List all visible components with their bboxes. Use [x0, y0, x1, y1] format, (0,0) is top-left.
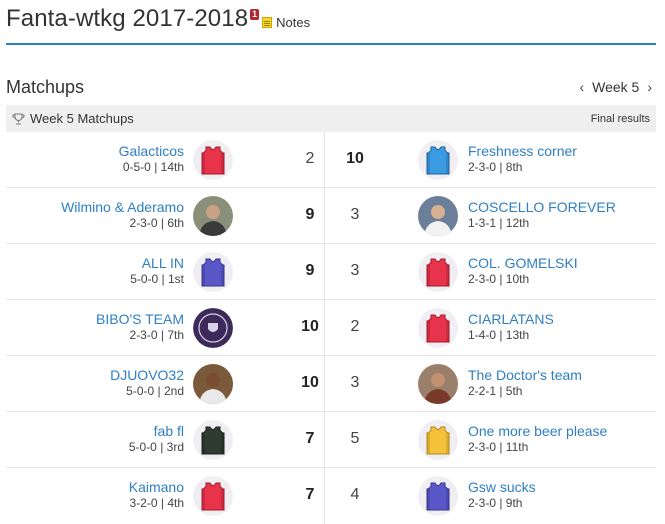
away-team: CIARLATANS 1-4-0 | 13th [468, 310, 554, 343]
notes-link[interactable]: Notes [262, 15, 310, 30]
away-team-name[interactable]: Freshness corner [468, 142, 577, 160]
home-score: 2 [305, 150, 315, 167]
trophy-icon [12, 113, 25, 124]
home-team-record: 0-5-0 | 14th [122, 160, 184, 174]
away-team-avatar[interactable] [418, 252, 458, 292]
matchup-row[interactable]: DJUOVO32 5-0-0 | 2nd 10 3 The Doctor's team 2… [6, 356, 656, 412]
home-team-avatar[interactable] [193, 196, 233, 236]
away-team-avatar[interactable] [418, 476, 458, 516]
matchup-row[interactable]: fab fl 5-0-0 | 3rd 7 5 One more beer please 2… [6, 412, 656, 468]
home-team-name[interactable]: Wilmino & Aderamo [61, 198, 184, 216]
away-team-name[interactable]: COL. GOMELSKI [468, 254, 578, 272]
notes-icon [262, 17, 273, 28]
header-divider [6, 43, 656, 45]
home-team-record: 5-0-0 | 3rd [128, 440, 184, 454]
matchup-row[interactable]: Galacticos 0-5-0 | 14th 2 10 Freshness corne… [6, 132, 656, 188]
home-score: 9 [305, 262, 315, 279]
away-score: 4 [350, 486, 360, 503]
notes-label: Notes [276, 15, 311, 30]
home-score: 7 [305, 486, 315, 503]
away-team-avatar[interactable] [418, 364, 458, 404]
away-team-name[interactable]: CIARLATANS [468, 310, 554, 328]
home-team: ALL IN 5-0-0 | 1st [130, 254, 184, 287]
week-label[interactable]: Week 5 [588, 79, 643, 95]
away-team: Freshness corner 2-3-0 | 8th [468, 142, 577, 175]
home-team-name[interactable]: ALL IN [130, 254, 184, 272]
home-team-record: 5-0-0 | 1st [130, 272, 184, 286]
away-score: 3 [350, 262, 360, 279]
home-team-record: 3-2-0 | 4th [129, 496, 184, 510]
away-team: The Doctor's team 2-2-1 | 5th [468, 366, 582, 399]
home-team-name[interactable]: fab fl [129, 422, 184, 440]
home-score: 10 [301, 374, 319, 391]
away-team-record: 2-3-0 | 8th [468, 160, 523, 174]
subheader-label: Week 5 Matchups [30, 111, 134, 126]
home-team-name[interactable]: Galacticos [119, 142, 184, 160]
away-team-name[interactable]: The Doctor's team [468, 366, 582, 384]
home-team-name[interactable]: Kaimano [129, 478, 184, 496]
chevron-right-icon[interactable]: › [643, 79, 656, 95]
home-team: Wilmino & Aderamo 2-3-0 | 6th [61, 198, 184, 231]
notification-badge[interactable]: 1 [250, 9, 260, 20]
matchup-row[interactable]: BIBO'S TEAM 2-3-0 | 7th 10 2 CIARLATANS 1-4-0… [6, 300, 656, 356]
home-team-avatar[interactable] [193, 420, 233, 460]
away-team-name[interactable]: Gsw sucks [468, 478, 536, 496]
section-title: Matchups [6, 76, 85, 97]
away-team-avatar[interactable] [418, 196, 458, 236]
home-team-avatar[interactable] [193, 140, 233, 180]
home-team-record: 5-0-0 | 2nd [126, 384, 184, 398]
home-score: 7 [305, 430, 315, 447]
home-score: 10 [301, 318, 319, 335]
away-team: Gsw sucks 2-3-0 | 9th [468, 478, 536, 511]
subheader-left: Week 5 Matchups [12, 111, 134, 126]
away-team-name[interactable]: One more beer please [468, 422, 607, 440]
home-team: Kaimano 3-2-0 | 4th [129, 478, 184, 511]
home-team-avatar[interactable] [193, 308, 233, 348]
away-score: 3 [350, 206, 360, 223]
away-team-avatar[interactable] [418, 140, 458, 180]
away-score: 3 [350, 374, 360, 391]
away-team-name[interactable]: COSCELLO FOREVER [468, 198, 616, 216]
home-team: fab fl 5-0-0 | 3rd [129, 422, 184, 455]
away-team-record: 2-3-0 | 9th [468, 496, 523, 510]
away-team-avatar[interactable] [418, 420, 458, 460]
away-team: One more beer please 2-3-0 | 11th [468, 422, 607, 455]
week-navigator: ‹ Week 5 › [575, 79, 656, 95]
away-team-record: 2-3-0 | 10th [468, 272, 530, 286]
home-team: DJUOVO32 5-0-0 | 2nd [110, 366, 184, 399]
home-team-name[interactable]: BIBO'S TEAM [96, 310, 184, 328]
away-score: 5 [350, 430, 360, 447]
chevron-left-icon[interactable]: ‹ [575, 79, 588, 95]
home-score: 9 [305, 206, 315, 223]
home-team-record: 2-3-0 | 7th [129, 328, 184, 342]
matchups-subheader: Week 5 Matchups Final results [6, 105, 656, 132]
away-team: COSCELLO FOREVER 1-3-1 | 12th [468, 198, 616, 231]
home-team-avatar[interactable] [193, 364, 233, 404]
away-score: 10 [346, 150, 364, 167]
matchup-row[interactable]: Wilmino & Aderamo 2-3-0 | 6th 9 3 COSCELLO F… [6, 188, 656, 244]
matchups-list: Galacticos 0-5-0 | 14th 2 10 Freshness corne… [6, 132, 656, 524]
away-team-record: 1-3-1 | 12th [468, 216, 530, 230]
home-team: BIBO'S TEAM 2-3-0 | 7th [96, 310, 184, 343]
home-team-record: 2-3-0 | 6th [129, 216, 184, 230]
results-status: Final results [590, 112, 650, 125]
away-team-record: 2-2-1 | 5th [468, 384, 523, 398]
matchups-header: Matchups ‹ Week 5 › [6, 76, 656, 98]
away-score: 2 [350, 318, 360, 335]
matchup-row[interactable]: ALL IN 5-0-0 | 1st 9 3 COL. GOMELSKI 2-3-0 | … [6, 244, 656, 300]
home-team-name[interactable]: DJUOVO32 [110, 366, 184, 384]
league-title[interactable]: Fanta-wtkg 2017-2018 [6, 4, 248, 34]
away-team-record: 1-4-0 | 13th [468, 328, 530, 342]
league-header: Fanta-wtkg 2017-2018 1 Notes [6, 4, 310, 40]
away-team: COL. GOMELSKI 2-3-0 | 10th [468, 254, 578, 287]
home-team-avatar[interactable] [193, 476, 233, 516]
away-team-avatar[interactable] [418, 308, 458, 348]
away-team-record: 2-3-0 | 11th [468, 440, 529, 454]
home-team-avatar[interactable] [193, 252, 233, 292]
home-team: Galacticos 0-5-0 | 14th [119, 142, 184, 175]
matchup-row[interactable]: Kaimano 3-2-0 | 4th 7 4 Gsw sucks 2-3-0 | 9th [6, 468, 656, 524]
